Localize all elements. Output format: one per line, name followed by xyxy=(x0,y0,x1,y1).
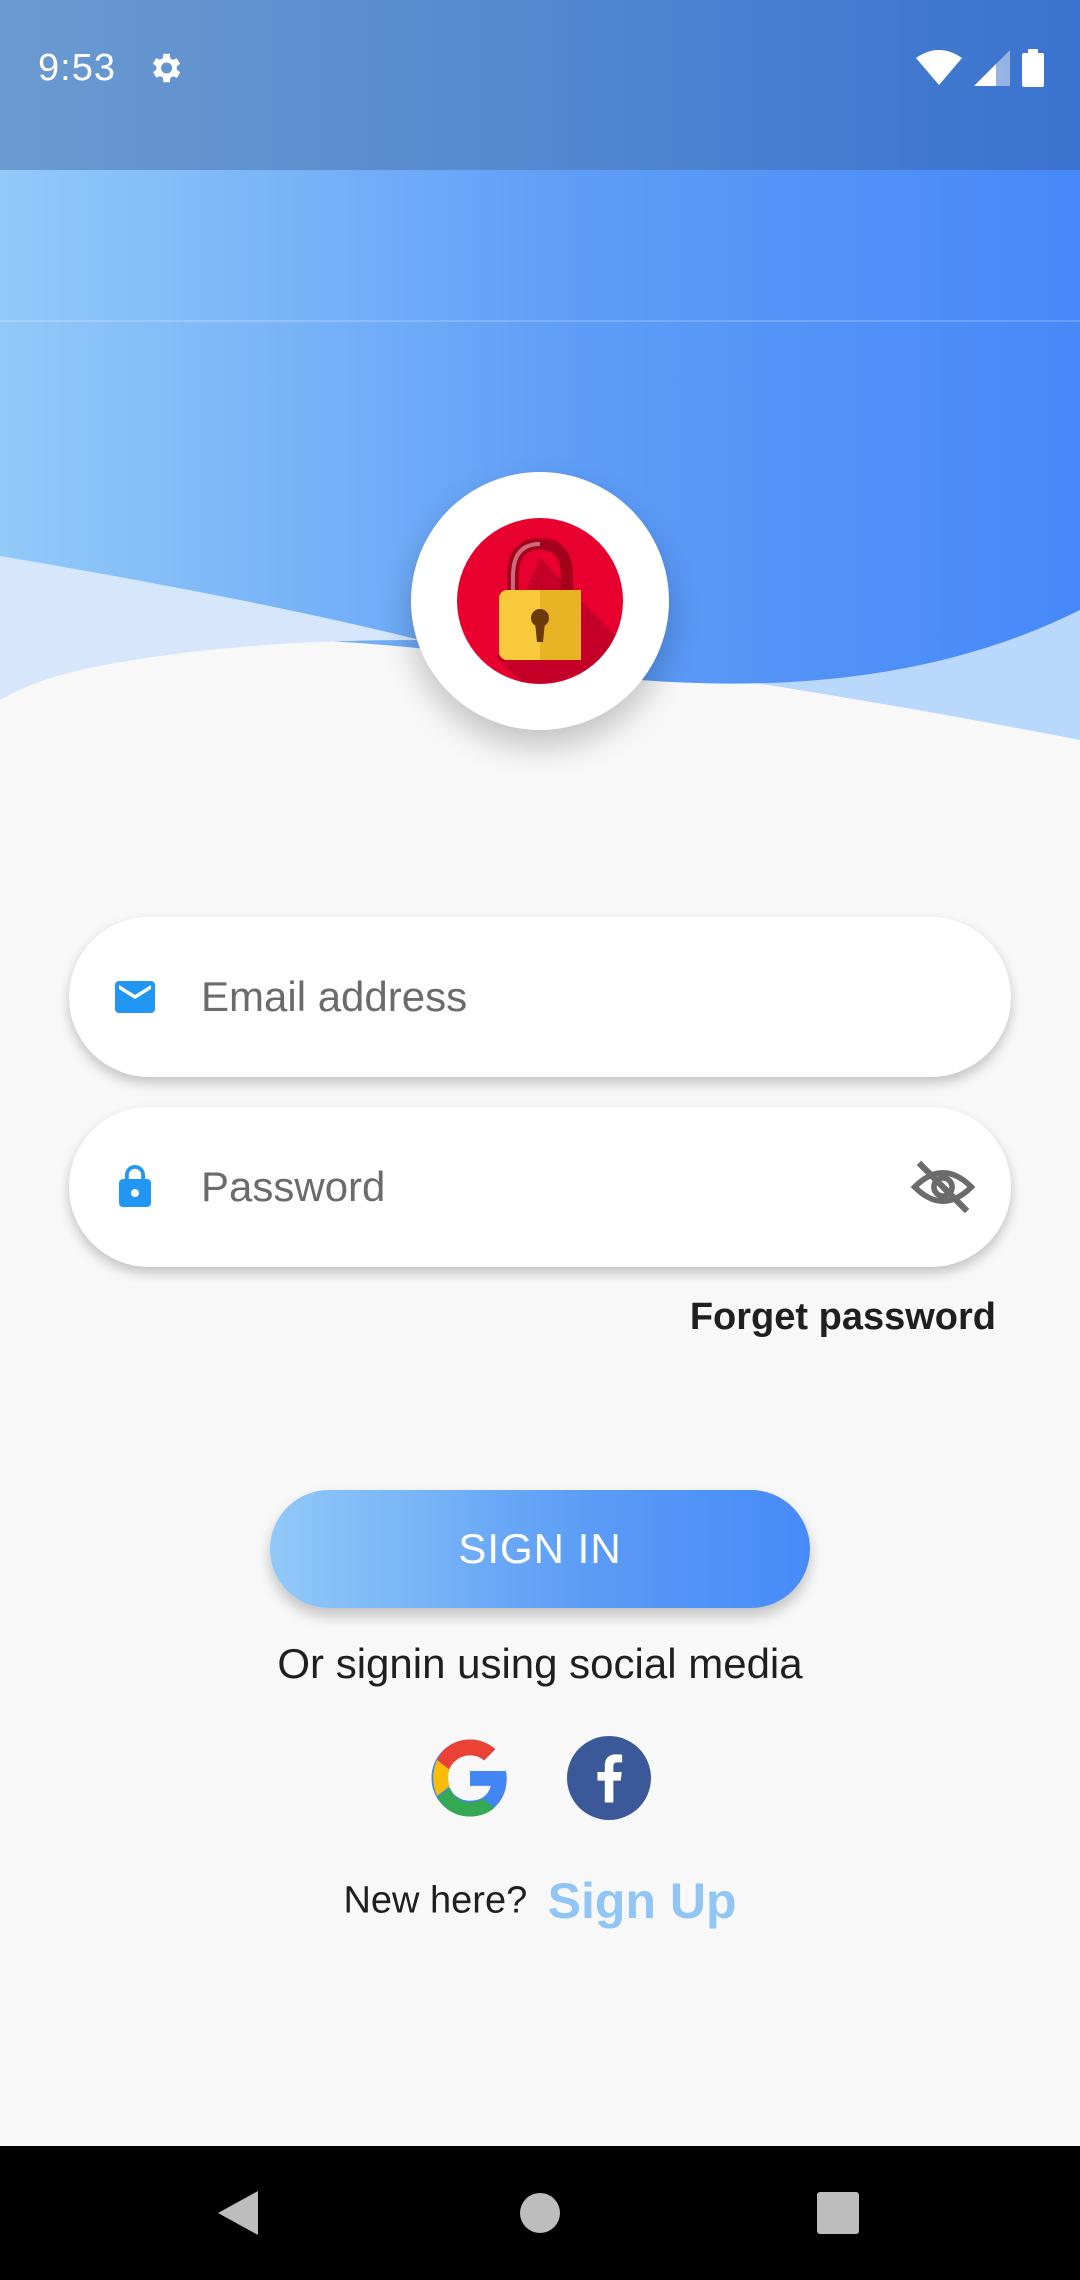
signup-prompt: New here? xyxy=(343,1879,528,1922)
sign-up-link[interactable]: Sign Up xyxy=(548,1873,737,1929)
wifi-icon xyxy=(916,50,962,85)
email-field[interactable] xyxy=(69,917,1011,1077)
nav-back-button[interactable] xyxy=(170,2146,310,2280)
padlock-icon xyxy=(457,518,623,684)
app-logo xyxy=(411,472,669,730)
password-input[interactable] xyxy=(201,1147,861,1227)
social-signin-text: Or signin using social media xyxy=(277,1640,803,1687)
battery-icon xyxy=(1022,49,1044,87)
recents-icon xyxy=(817,2192,859,2234)
facebook-icon[interactable] xyxy=(567,1736,651,1820)
cell-signal-icon xyxy=(974,50,1010,86)
lock-icon xyxy=(119,1165,151,1207)
navigation-bar xyxy=(0,2146,1080,2280)
status-bar: 9:53 xyxy=(0,0,1080,170)
email-input[interactable] xyxy=(201,957,861,1037)
sign-in-button[interactable]: SIGN IN xyxy=(270,1490,810,1608)
gear-icon xyxy=(152,53,181,83)
google-icon[interactable] xyxy=(428,1736,512,1820)
signup-row: New here? Sign Up xyxy=(0,1872,1080,1930)
eye-off-icon[interactable] xyxy=(909,1153,977,1221)
status-time: 9:53 xyxy=(38,47,116,89)
mail-icon xyxy=(115,981,155,1013)
status-icons xyxy=(916,48,1044,88)
password-field[interactable] xyxy=(69,1107,1011,1267)
back-icon xyxy=(218,2191,258,2235)
home-icon xyxy=(520,2193,560,2233)
nav-recents-button[interactable] xyxy=(768,2146,908,2280)
forget-password-link[interactable]: Forget password xyxy=(690,1296,996,1339)
nav-home-button[interactable] xyxy=(470,2146,610,2280)
